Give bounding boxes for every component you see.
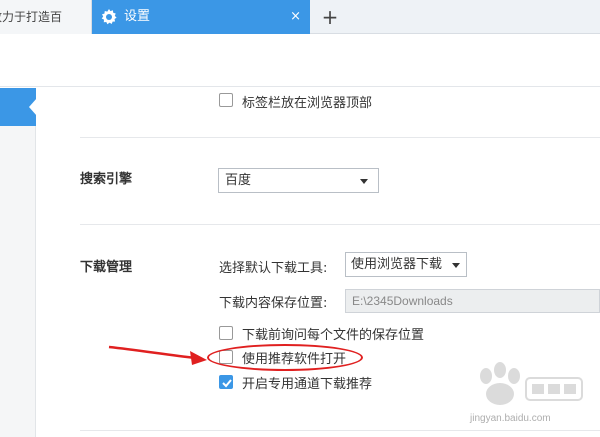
chevron-down-icon <box>452 263 460 268</box>
gear-icon <box>101 9 117 25</box>
tab-settings[interactable]: 设置 × <box>92 0 310 34</box>
checkmark-icon <box>222 379 232 388</box>
chevron-down-icon <box>360 179 368 184</box>
divider <box>80 137 600 138</box>
search-engine-title: 搜索引擎 <box>80 172 133 187</box>
divider <box>80 224 600 225</box>
download-tool-value: 使用浏览器下载 <box>351 257 443 272</box>
settings-sidebar <box>0 88 36 437</box>
tab-inactive-label: 致力于打造百 <box>0 10 63 24</box>
ask-location-checkbox[interactable] <box>219 326 233 340</box>
new-tab-button[interactable]: + <box>320 7 340 27</box>
dedicated-channel-checkbox[interactable] <box>219 375 233 389</box>
save-location-label: 下载内容保存位置: <box>219 296 328 311</box>
tab-position-checkbox[interactable] <box>219 93 233 107</box>
tab-position-label: 标签栏放在浏览器顶部 <box>242 96 373 111</box>
toolbar <box>0 35 600 87</box>
tab-inactive[interactable]: 致力于打造百 <box>0 0 92 34</box>
save-location-input[interactable]: E:\2345Downloads <box>345 289 600 313</box>
search-engine-value: 百度 <box>225 173 252 188</box>
dedicated-channel-label: 开启专用通道下载推荐 <box>242 377 373 392</box>
divider <box>80 430 600 431</box>
tab-settings-label: 设置 <box>124 9 151 24</box>
tab-bar: 致力于打造百 设置 × + <box>0 0 600 34</box>
search-engine-select[interactable]: 百度 <box>218 168 379 193</box>
close-tab-icon[interactable]: × <box>290 0 301 34</box>
annotation-ellipse <box>207 344 363 371</box>
default-tool-label: 选择默认下载工具: <box>219 261 328 276</box>
ask-location-label: 下载前询问每个文件的保存位置 <box>242 328 425 343</box>
download-management-title: 下载管理 <box>80 260 133 275</box>
download-tool-select[interactable]: 使用浏览器下载 <box>345 252 467 277</box>
watermark-site: jingyan.baidu.com <box>470 413 551 424</box>
sidebar-active-pointer <box>29 98 37 116</box>
annotation-arrow-icon <box>108 345 207 365</box>
